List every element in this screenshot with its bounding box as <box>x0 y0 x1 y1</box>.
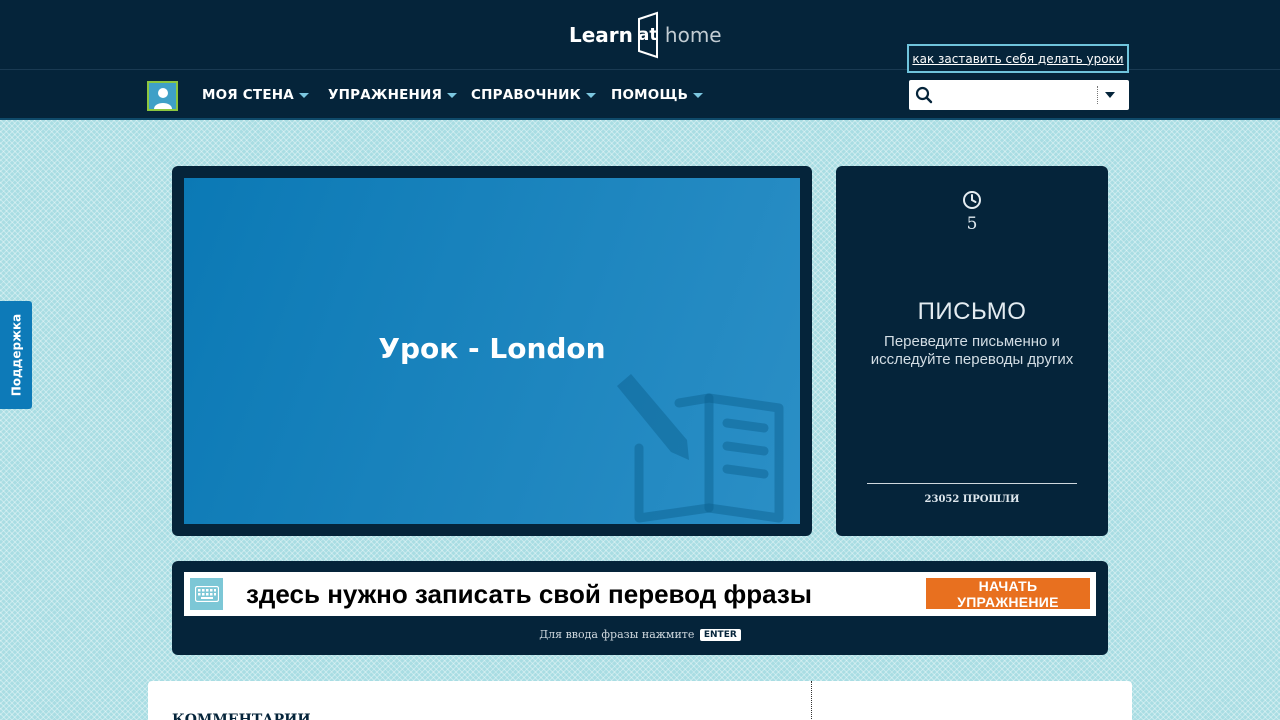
lesson-card: Урок - London <box>172 166 812 536</box>
logo-home-text: home <box>664 23 722 47</box>
nav-my-wall-label: МОЯ СТЕНА <box>202 87 294 103</box>
time-value: 5 <box>966 214 978 234</box>
enter-hint-text: Для ввода фразы нажмите <box>539 628 695 641</box>
comments-section: КОММЕНТАРИИ <box>148 681 1132 720</box>
nav-reference[interactable]: СПРАВОЧНИК <box>471 87 596 103</box>
lesson-banner: Урок - London <box>184 178 800 524</box>
lesson-title: Урок - London <box>378 332 606 365</box>
start-exercise-button[interactable]: НАЧАТЬ УПРАЖНЕНИЕ <box>926 578 1090 610</box>
nav-help[interactable]: ПОМОЩЬ <box>611 87 704 103</box>
nav-reference-label: СПРАВОЧНИК <box>471 87 581 103</box>
hint-tooltip: как заставить себя делать уроки <box>907 44 1129 73</box>
keyboard-icon <box>194 586 219 602</box>
caret-down-icon <box>585 92 596 98</box>
logo-at-box: at <box>635 11 661 59</box>
comments-title: КОММЕНТАРИИ <box>172 712 311 720</box>
exercise-description: Переведите письменно и исследуйте перево… <box>870 333 1074 368</box>
keyboard-button[interactable] <box>190 578 223 610</box>
nav-exercises-label: УПРАЖНЕНИЯ <box>328 87 443 103</box>
exercise-input-row: НАЧАТЬ УПРАЖНЕНИЕ <box>184 572 1096 616</box>
user-avatar-button[interactable] <box>147 81 178 111</box>
caret-down-icon <box>447 92 458 98</box>
nav-exercises[interactable]: УПРАЖНЕНИЯ <box>328 87 458 103</box>
motivation-link[interactable]: как заставить себя делать уроки <box>912 52 1123 66</box>
caret-down-icon <box>298 92 309 98</box>
nav-my-wall[interactable]: МОЯ СТЕНА <box>202 87 309 103</box>
enter-hint: Для ввода фразы нажмите ENTER <box>172 628 1108 641</box>
clock-icon <box>963 191 981 209</box>
enter-key-badge: ENTER <box>699 629 741 641</box>
completed-count: 23052 ПРОШЛИ <box>924 494 1020 505</box>
exercise-type-title: ПИСЬМО <box>917 298 1027 325</box>
logo-at-text: at <box>637 25 658 45</box>
search-input[interactable] <box>939 84 1099 106</box>
nav-help-label: ПОМОЩЬ <box>611 87 689 103</box>
search-dropdown-icon[interactable] <box>1105 92 1115 98</box>
caret-down-icon <box>693 92 704 98</box>
site-logo[interactable]: Learn at home <box>569 10 722 60</box>
search-divider <box>1097 86 1098 104</box>
support-tab-label: Поддержка <box>9 313 23 397</box>
exercise-info-card: 5 ПИСЬМО Переведите письменно и исследуй… <box>836 166 1108 536</box>
translation-input[interactable] <box>246 576 906 612</box>
logo-learn-text: Learn <box>569 23 633 47</box>
user-icon <box>153 88 172 109</box>
divider <box>867 483 1077 484</box>
search-icon[interactable] <box>915 86 933 104</box>
book-pencil-icon <box>617 374 784 523</box>
support-tab[interactable]: Поддержка <box>0 301 32 409</box>
exercise-panel: НАЧАТЬ УПРАЖНЕНИЕ Для ввода фразы нажмит… <box>172 561 1108 655</box>
search-bar <box>909 80 1129 110</box>
comments-divider <box>811 681 812 720</box>
